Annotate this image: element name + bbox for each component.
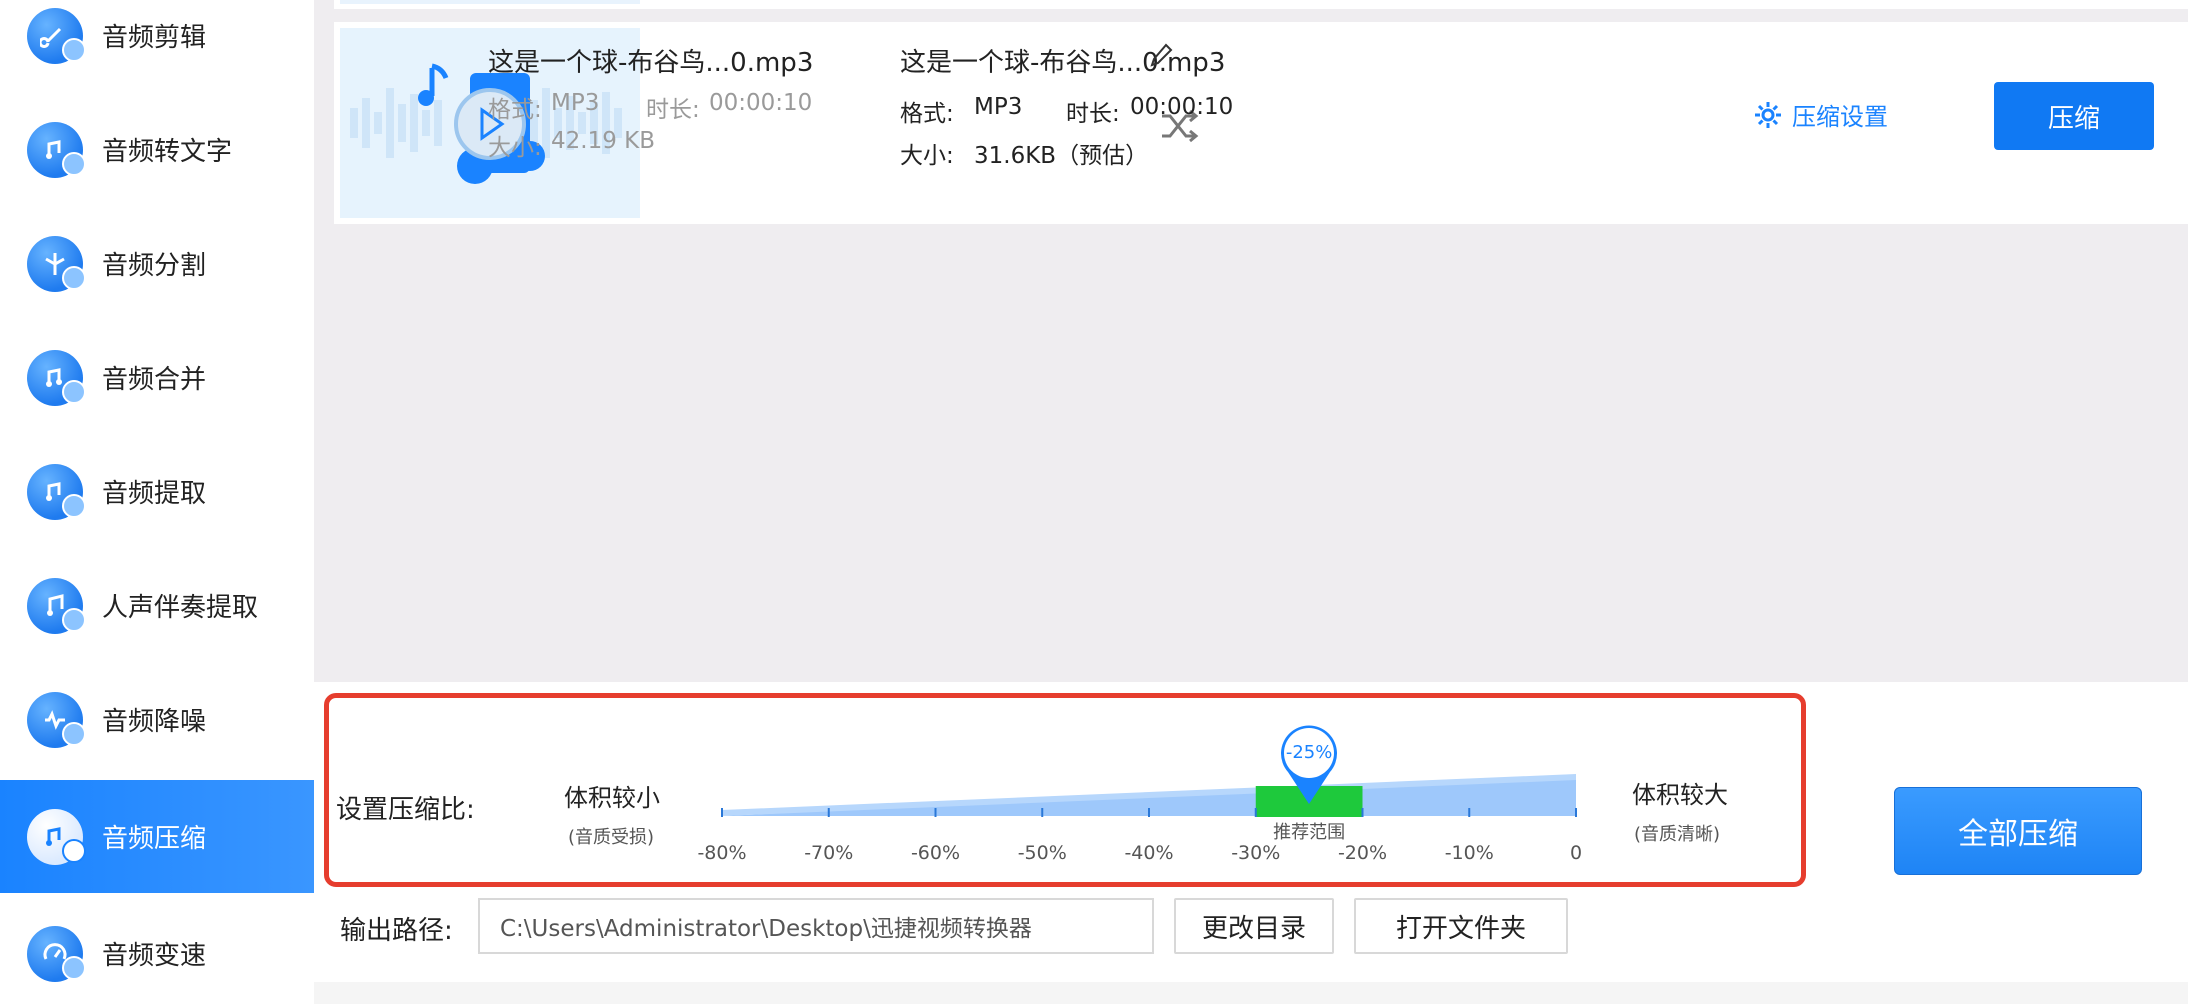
sidebar-item-audio-split[interactable]: 音频分割 (0, 207, 314, 320)
tick-label: -20% (1337, 842, 1388, 864)
sidebar: 音频剪辑 音频转文字 音频分割 音频合并 音频提取 人声伴奏提取 音频降噪 音频… (0, 0, 314, 1004)
compression-ratio-label: 设置压缩比: (336, 795, 475, 825)
tick-label: -70% (804, 842, 854, 864)
compression-slider[interactable]: -80% -70% -60% -50% -40% -30% -20% -10% 0 推荐范围 -… (697, 720, 1600, 880)
tick-label: -40% (1124, 842, 1174, 864)
open-folder-button[interactable]: 打开文件夹 (1354, 898, 1568, 954)
output-path-field[interactable] (478, 898, 1154, 954)
sidebar-item-label: 音频分割 (102, 251, 207, 281)
gear-icon (1755, 101, 1781, 128)
output-format-label: 格式: (900, 101, 954, 127)
output-path-label: 输出路径: (340, 916, 453, 946)
audio-to-text-icon (27, 121, 86, 178)
compress-settings-link[interactable]: 压缩设置 (1752, 97, 1888, 132)
audio-split-icon (27, 235, 86, 292)
larger-size-note: (音质清晰) (1634, 824, 1721, 845)
compress-all-button[interactable]: 全部压缩 (1894, 787, 2142, 875)
audio-cut-icon (27, 7, 86, 64)
audio-extract-icon (27, 463, 86, 520)
sidebar-item-label: 音频剪辑 (102, 23, 207, 53)
smaller-size-label: 体积较小 (564, 784, 660, 812)
audio-compress-icon (27, 808, 86, 865)
tick-label: -10% (1444, 842, 1494, 864)
source-duration-label: 时长: (646, 97, 700, 123)
audio-denoise-icon (27, 691, 86, 748)
file-thumbnail (340, 0, 640, 4)
compress-button[interactable]: 压缩 (1994, 82, 2154, 150)
source-file-name: 这是一个球-布谷鸟...0.mp3 (488, 48, 814, 78)
pin-marker-icon (1281, 725, 1338, 804)
compress-settings-label: 压缩设置 (1792, 103, 1888, 131)
sidebar-item-label: 音频压缩 (102, 824, 207, 854)
output-file-name: 这是一个球-布谷鸟...0.mp3 (900, 48, 1226, 78)
tick-label: -30% (1231, 842, 1281, 864)
slider-value: -25% (1285, 742, 1333, 763)
tick-label: 0 (1569, 842, 1583, 864)
tick-label: -80% (697, 842, 747, 864)
file-row-previous (334, 0, 2188, 9)
sidebar-item-label: 音频提取 (102, 479, 207, 509)
output-format: MP3 (974, 94, 1023, 120)
output-duration-label: 时长: (1066, 101, 1120, 127)
audio-merge-icon (27, 349, 86, 406)
sidebar-item-audio-compress[interactable]: 音频压缩 (0, 780, 314, 893)
sidebar-item-label: 音频降噪 (102, 707, 207, 737)
output-size-label: 大小: (900, 143, 954, 169)
sidebar-item-vocal-extract[interactable]: 人声伴奏提取 (0, 549, 314, 662)
sidebar-item-audio-extract[interactable]: 音频提取 (0, 435, 314, 548)
source-size: 42.19 KB (551, 128, 656, 154)
output-duration: 00:00:10 (1130, 94, 1234, 120)
source-duration: 00:00:10 (709, 90, 813, 116)
sidebar-item-audio-denoise[interactable]: 音频降噪 (0, 663, 314, 776)
audio-speed-icon (27, 925, 86, 982)
sidebar-item-label: 音频变速 (102, 941, 207, 971)
source-format: MP3 (551, 90, 600, 116)
sidebar-item-audio-cut[interactable]: 音频剪辑 (0, 0, 314, 92)
sidebar-item-label: 人声伴奏提取 (102, 593, 259, 623)
slider-handle[interactable]: -25% (1276, 720, 1342, 806)
tick-label: -60% (910, 842, 961, 864)
sidebar-item-audio-merge[interactable]: 音频合并 (0, 321, 314, 434)
sidebar-item-label: 音频合并 (102, 365, 207, 395)
sidebar-item-label: 音频转文字 (102, 137, 233, 167)
bottom-strip (314, 982, 2188, 1004)
edit-name-icon[interactable] (1148, 42, 1174, 68)
sidebar-item-audio-speed[interactable]: 音频变速 (0, 897, 314, 1004)
file-row: 这是一个球-布谷鸟...0.mp3 格式: MP3 时长: 00:00:10 大… (334, 22, 2188, 224)
output-size: 31.6KB（预估） (974, 143, 1149, 169)
sidebar-item-audio-to-text[interactable]: 音频转文字 (0, 93, 314, 206)
source-size-label: 大小: (488, 135, 542, 161)
tick-label: -50% (1017, 842, 1067, 864)
vocal-extract-icon (27, 577, 86, 634)
larger-size-label: 体积较大 (1632, 781, 1728, 809)
recommended-range-label: 推荐范围 (1273, 822, 1346, 843)
change-directory-button[interactable]: 更改目录 (1174, 898, 1334, 954)
smaller-size-note: (音质受损) (568, 827, 655, 848)
source-format-label: 格式: (488, 97, 542, 123)
